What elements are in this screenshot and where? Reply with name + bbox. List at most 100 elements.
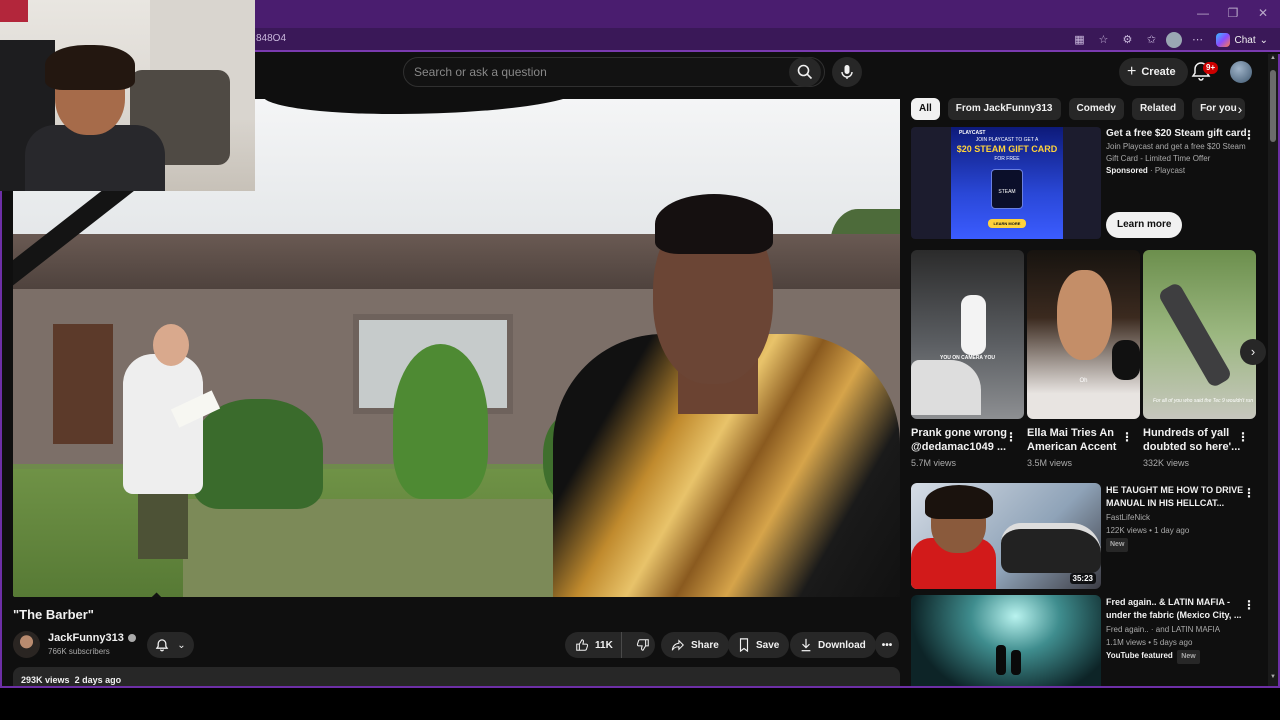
channel-name[interactable]: JackFunny313: [48, 632, 124, 644]
like-button[interactable]: 11K: [565, 632, 622, 658]
short-title[interactable]: Ella Mai Tries An American Accent: [1027, 426, 1127, 454]
plus-icon: +: [1127, 63, 1137, 80]
minimize-icon[interactable]: —: [1188, 4, 1218, 22]
like-count: 11K: [595, 639, 613, 651]
search-box[interactable]: [403, 57, 825, 87]
split-screen-icon[interactable]: ▦: [1070, 31, 1088, 49]
webcam-person: [45, 45, 135, 90]
webcam-overlay: [0, 0, 255, 191]
short-caption: For all of you who said the Tec 9 wouldn…: [1153, 398, 1253, 404]
save-label: Save: [756, 639, 780, 651]
short-frame-object: [1157, 281, 1233, 389]
thumbnail-person: [1011, 650, 1021, 675]
ad-thumbnail[interactable]: PLAYCAST JOIN PLAYCAST TO GET A $20 STEA…: [911, 127, 1101, 239]
restore-icon[interactable]: ❐: [1218, 4, 1248, 22]
ad-banner-line: FOR FREE: [994, 156, 1020, 162]
subscription-notifications-button[interactable]: ⌄: [147, 632, 194, 658]
ad-menu-icon[interactable]: ⋮: [1242, 128, 1256, 144]
close-icon[interactable]: ✕: [1248, 4, 1278, 22]
short-thumbnail[interactable]: Oh: [1027, 250, 1140, 419]
notification-badge: 9+: [1203, 62, 1219, 74]
short-caption: Oh: [1079, 378, 1088, 384]
video-frame-person: [153, 324, 189, 366]
chip-from-channel[interactable]: From JackFunny313: [947, 98, 1061, 120]
favorites-icon[interactable]: ✩: [1142, 31, 1160, 49]
video-menu-icon[interactable]: ⋮: [1243, 486, 1255, 500]
download-button[interactable]: Download: [790, 632, 876, 658]
browser-profile-avatar[interactable]: [1166, 32, 1183, 48]
short-title[interactable]: Prank gone wrong @dedamac1049 ...: [911, 426, 1011, 454]
video-title-compact[interactable]: HE TAUGHT ME HOW TO DRIVE MANUAL IN HIS …: [1106, 484, 1246, 510]
new-badge: New: [1106, 538, 1129, 552]
share-label: Share: [691, 639, 719, 651]
short-menu-icon[interactable]: ⋮: [1237, 430, 1249, 444]
short-views: 3.5M views: [1027, 458, 1073, 468]
video-badge-row: New: [1106, 538, 1129, 552]
channel-avatar[interactable]: [13, 631, 40, 658]
search-input[interactable]: [414, 58, 774, 86]
search-icon: [797, 64, 813, 80]
browser-toolbar: ▦ ☆ ⚙ ✩ ⋯ Chat ⌄: [1070, 30, 1280, 50]
create-button[interactable]: + Create: [1119, 58, 1188, 86]
scroll-down-arrow-icon[interactable]: ▼: [1268, 674, 1278, 684]
chevron-down-icon: ⌄: [1259, 34, 1268, 46]
bookmark-icon: [739, 638, 749, 652]
share-icon: [671, 639, 684, 651]
favorite-star-icon[interactable]: ☆: [1094, 31, 1112, 49]
dislike-button[interactable]: [628, 632, 658, 658]
search-button[interactable]: [789, 57, 821, 87]
short-views: 332K views: [1143, 458, 1190, 468]
short-menu-icon[interactable]: ⋮: [1005, 430, 1017, 444]
chevron-right-icon[interactable]: ›: [1240, 339, 1266, 365]
chevron-down-icon: ⌄: [177, 639, 186, 651]
more-actions-button[interactable]: •••: [875, 632, 899, 658]
description-box[interactable]: [13, 667, 900, 686]
chip-related[interactable]: Related: [1131, 98, 1185, 120]
page-scrollbar[interactable]: [1268, 54, 1278, 686]
thumbs-up-icon: [576, 639, 589, 651]
featured-label: YouTube featured: [1106, 651, 1173, 660]
thumbnail-person: [996, 645, 1006, 675]
video-badge-row: YouTube featured New: [1106, 650, 1200, 664]
ad-title[interactable]: Get a free $20 Steam gift card: [1106, 128, 1247, 139]
video-meta: 122K views • 1 day ago: [1106, 526, 1190, 535]
scrollbar-thumb[interactable]: [1270, 70, 1276, 142]
short-thumbnail[interactable]: YOU ON CAMERA YOU: [911, 250, 1024, 419]
short-thumbnail[interactable]: For all of you who said the Tec 9 wouldn…: [1143, 250, 1256, 419]
channel-name-row[interactable]: JackFunny313: [48, 632, 136, 644]
share-button[interactable]: Share: [661, 632, 729, 658]
video-channel[interactable]: Fred again.. · and LATIN MAFIA: [1106, 624, 1220, 636]
video-thumbnail[interactable]: 35:23: [911, 483, 1101, 589]
extension-icon[interactable]: ⚙: [1118, 31, 1136, 49]
scroll-up-arrow-icon[interactable]: ▲: [1268, 55, 1278, 65]
upload-date: 2 days ago: [74, 675, 122, 685]
download-label: Download: [818, 639, 866, 651]
video-title-compact[interactable]: Fred again.. & LATIN MAFIA - under the f…: [1106, 596, 1246, 622]
ad-banner-cta: LEARN MORE: [988, 219, 1026, 228]
thumbs-down-icon: [636, 639, 649, 651]
chip-all[interactable]: All: [911, 98, 940, 120]
voice-search-button[interactable]: [832, 57, 862, 87]
chip-comedy[interactable]: Comedy: [1068, 98, 1124, 120]
learn-more-button[interactable]: Learn more: [1106, 212, 1183, 238]
webcam-poster: [0, 0, 28, 22]
copilot-chat-button[interactable]: Chat ⌄: [1212, 33, 1272, 47]
view-count: 293K views: [21, 675, 70, 685]
like-dislike-group: 11K: [565, 632, 655, 658]
ad-logo: PLAYCAST: [959, 130, 986, 136]
video-channel[interactable]: FastLifeNick: [1106, 512, 1150, 524]
short-title[interactable]: Hundreds of yall doubted so here'...: [1143, 426, 1243, 454]
account-avatar[interactable]: [1230, 61, 1252, 83]
video-menu-icon[interactable]: ⋮: [1243, 598, 1255, 612]
chevron-right-icon[interactable]: ›: [1230, 99, 1250, 119]
video-frame-bush: [393, 344, 488, 499]
url-text[interactable]: 848O4: [256, 33, 286, 44]
ad-banner-headline: $20 STEAM GIFT CARD: [956, 144, 1058, 154]
short-views: 5.7M views: [911, 458, 957, 468]
ad-description: Join Playcast and get a free $20 Steam G…: [1106, 142, 1246, 163]
save-button[interactable]: Save: [728, 632, 790, 658]
short-menu-icon[interactable]: ⋮: [1121, 430, 1133, 444]
video-title: "The Barber": [13, 607, 94, 622]
more-options-icon[interactable]: ⋯: [1188, 31, 1206, 49]
download-icon: [801, 638, 811, 652]
